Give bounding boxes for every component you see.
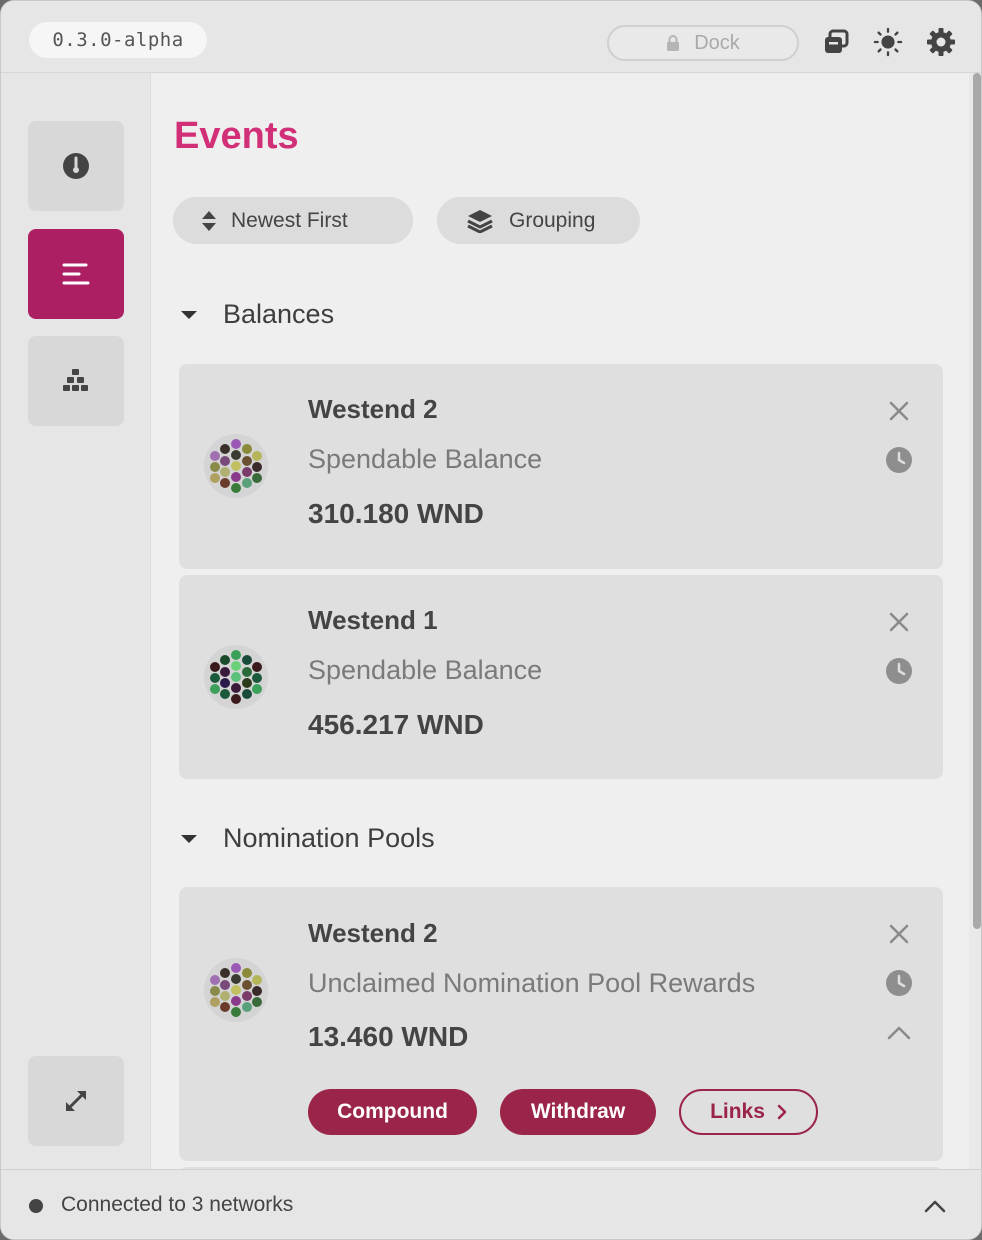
account-name: Westend 1 [308,605,438,635]
close-icon [889,401,909,421]
caret-down-icon [181,834,197,843]
header-bar: 0.3.0-alpha Dock [1,1,981,73]
chevron-right-icon [777,1104,787,1120]
gear-icon[interactable] [926,27,956,57]
sidebar-item-accounts[interactable] [28,336,124,426]
grouping-button[interactable]: Grouping [437,197,640,244]
sort-icon [202,210,216,231]
section-title: Nomination Pools [223,823,435,853]
section-title: Balances [223,299,335,329]
stack-icon [63,369,88,391]
event-description: Unclaimed Nomination Pool Rewards [308,968,756,998]
chevron-up-icon[interactable] [921,1192,949,1220]
copy-windows-icon[interactable] [821,27,851,57]
clock-icon [886,447,912,473]
section-header-nomination-pools[interactable]: Nomination Pools [181,823,435,854]
event-value: 310.180 WND [308,498,484,529]
dock-button[interactable]: Dock [607,25,799,61]
event-description: Spendable Balance [308,444,543,474]
sidebar [1,73,151,1169]
section-header-balances[interactable]: Balances [181,299,334,330]
dismiss-button[interactable] [885,397,913,425]
links-label: Links [710,1100,765,1123]
sun-icon[interactable] [873,27,903,57]
event-card: Westend 2 Unclaimed Nomination Pool Rewa… [179,887,943,1161]
expand-button[interactable] [28,1056,124,1146]
page-title: Events [174,115,299,157]
layers-icon [467,209,493,233]
dismiss-button[interactable] [885,608,913,636]
close-icon [889,924,909,944]
connection-status-text: Connected to 3 networks [61,1193,294,1216]
sidebar-item-overview[interactable] [28,121,124,211]
gauge-icon [63,153,89,179]
scrollbar-thumb[interactable] [973,73,981,929]
dock-label: Dock [694,31,740,54]
clock-icon [886,658,912,684]
collapse-actions-button[interactable] [885,1019,913,1047]
account-name: Westend 2 [308,394,438,424]
links-button[interactable]: Links [679,1089,818,1135]
account-identicon [204,645,268,709]
grouping-label: Grouping [509,208,596,232]
caret-down-icon [181,310,197,319]
status-bar: Connected to 3 networks [1,1169,981,1239]
event-card: Westend 1 Spendable Balance 456.217 WND [179,575,943,779]
connection-status-dot [29,1199,43,1213]
withdraw-button[interactable]: Withdraw [500,1089,656,1135]
sort-label: Newest First [231,208,348,232]
close-icon [889,612,909,632]
sort-button[interactable]: Newest First [173,197,413,244]
sidebar-item-events[interactable] [28,229,124,319]
account-name: Westend 2 [308,918,438,948]
event-value: 13.460 WND [308,1021,469,1052]
time-button[interactable] [885,969,913,997]
event-value: 456.217 WND [308,709,484,740]
time-button[interactable] [885,657,913,685]
list-icon [62,263,90,285]
event-card: Westend 2 Spendable Balance 310.180 WND [179,364,943,569]
app-window: 0.3.0-alpha Dock Events Newest First Gro… [0,0,982,1240]
compound-button[interactable]: Compound [308,1089,477,1135]
dismiss-button[interactable] [885,920,913,948]
expand-icon [66,1091,86,1111]
clock-icon [886,970,912,996]
chevron-up-icon [887,1026,911,1040]
account-identicon [204,434,268,498]
event-description: Spendable Balance [308,655,543,685]
events-panel: Events Newest First Grouping Balances We… [151,73,969,1169]
version-badge: 0.3.0-alpha [29,22,207,58]
time-button[interactable] [885,446,913,474]
lock-icon [667,35,680,51]
account-identicon [204,958,268,1022]
